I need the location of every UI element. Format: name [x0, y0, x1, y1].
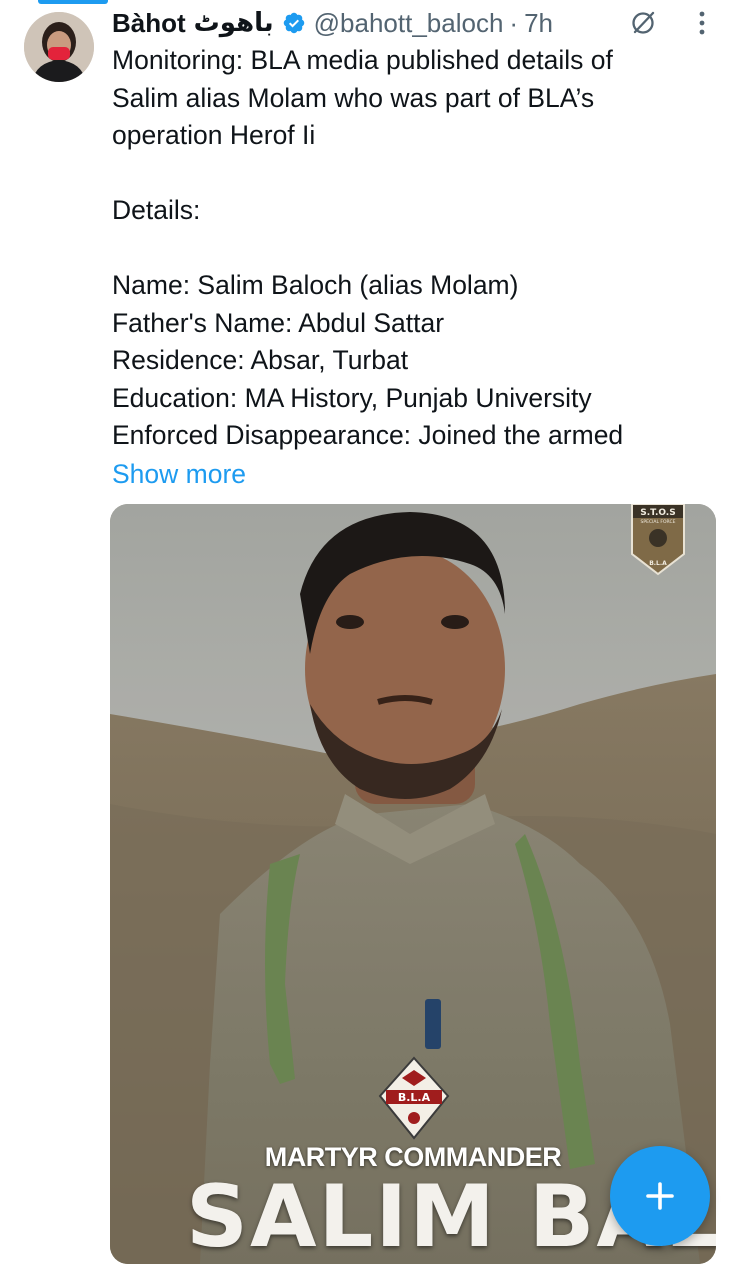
tweet-text-line: Enforced Disappearance: Joined the armed — [112, 420, 624, 450]
tweet-media-image[interactable]: S.T.O.S SPECIAL FORCE B.L.A B.L.A MARTYR… — [110, 504, 716, 1264]
display-name[interactable]: Bàhot — [112, 8, 186, 39]
tweet-text-line: Education: MA History, Punjab University — [112, 382, 592, 413]
bla-logo-text: B.L.A — [398, 1091, 431, 1104]
avatar[interactable] — [24, 12, 94, 82]
tweet-text-line: Residence: Absar, Turbat — [112, 345, 409, 375]
tweet-text-line: Name: Salim Baloch (alias Molam) — [112, 270, 519, 300]
stos-badge-title: S.T.O.S — [640, 508, 675, 518]
stos-badge-bottom: B.L.A — [649, 560, 667, 567]
stos-badge-subtitle: SPECIAL FORCE — [641, 519, 676, 525]
stos-badge: S.T.O.S SPECIAL FORCE B.L.A — [630, 504, 686, 576]
tweet-text-line: Monitoring: BLA media published details … — [112, 45, 613, 75]
timestamp[interactable]: 7h — [524, 8, 553, 39]
tweet-header: Bàhot باھوٹ @bahott_baloch · 7h — [112, 4, 553, 42]
more-vertical-icon[interactable] — [692, 8, 712, 38]
tweet-text: Monitoring: BLA media published details … — [112, 42, 722, 455]
tweet-text-line: Details: — [112, 195, 201, 225]
top-accent-bar — [38, 0, 108, 4]
avatar-image — [24, 12, 94, 82]
tweet-text-line: operation Herof Ii — [112, 120, 316, 150]
tweet-text-line: Salim alias Molam who was part of BLA’s — [112, 82, 595, 113]
show-more-link[interactable]: Show more — [112, 456, 246, 494]
tweet-text-line: Father's Name: Abdul Sattar — [112, 307, 445, 338]
grok-icon[interactable] — [628, 8, 658, 38]
compose-button[interactable] — [610, 1146, 710, 1246]
separator-dot: · — [509, 7, 519, 38]
user-handle[interactable]: @bahott_baloch — [314, 8, 504, 39]
bla-logo: B.L.A — [378, 1056, 450, 1140]
plus-icon — [646, 1182, 674, 1210]
display-name-urdu[interactable]: باھوٹ — [194, 8, 274, 38]
verified-badge-icon[interactable] — [282, 11, 306, 35]
